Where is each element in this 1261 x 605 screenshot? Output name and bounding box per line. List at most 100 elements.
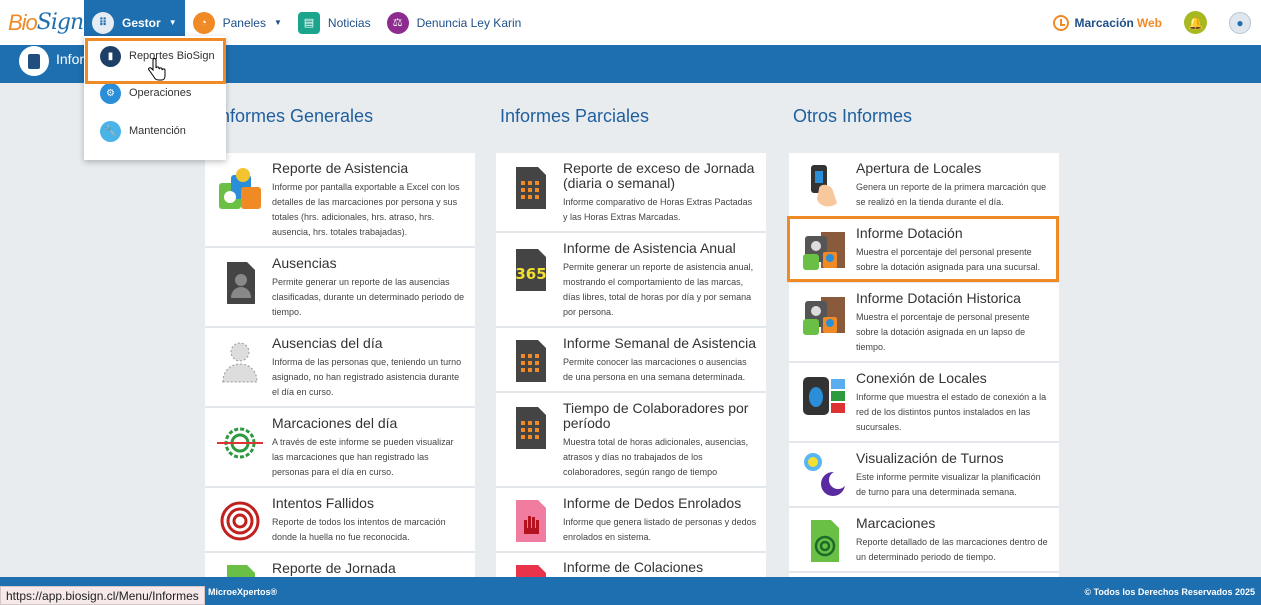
card-title: Marcaciones del día: [272, 415, 398, 431]
footer-company: MicroeXpertos®: [208, 587, 278, 597]
logo-script-text: Sign: [36, 10, 84, 35]
touch-device-icon: [811, 165, 837, 207]
card-title: Ausencias: [272, 255, 337, 271]
document-icon: ▮: [100, 45, 121, 67]
chevron-down-icon: ▼: [273, 18, 282, 27]
card-title: Tiempo de Colaboradores por período: [563, 400, 749, 431]
card-title: Reporte de Asistencia: [272, 160, 409, 176]
card-desc: Muestra el porcentaje del personal prese…: [856, 247, 1041, 272]
clock-icon: [1052, 14, 1069, 31]
card-title: Conexión de Locales: [856, 370, 987, 386]
absence-profile-icon: [227, 262, 255, 304]
hand-document-icon: [516, 500, 546, 542]
nav-denuncia-label: Denuncia Ley Karin: [416, 15, 522, 30]
column-title-otros: Otros Informes: [793, 106, 913, 126]
menu-item-label: Mantención: [129, 125, 186, 137]
nav-right: Marcación Web 🔔 ●: [1052, 0, 1251, 45]
calendar-365-icon: 365: [515, 249, 547, 291]
card-title: Informe Dotación Historica: [856, 290, 1021, 306]
biosign-logo[interactable]: Bio Sign: [0, 0, 84, 45]
card-marcaciones[interactable]: Marcaciones Reporte detallado de las mar…: [789, 508, 1059, 573]
marcacion-web-label: Web: [1136, 15, 1162, 30]
marcacion-label: Marcación: [1074, 15, 1134, 30]
card-title: Informe de Colaciones: [563, 559, 704, 575]
fingerprint-scan-icon: [217, 427, 263, 459]
card-title: Informe de Dedos Enrolados: [563, 495, 742, 511]
person-outline-icon: [222, 342, 258, 383]
staff-badge-icon: [803, 297, 845, 335]
panel-informes-parciales: Reporte de exceso de Jornada (diaria o s…: [496, 153, 766, 583]
panel-otros-informes: Apertura de Locales Genera un reporte de…: [789, 153, 1059, 583]
fingerprint-document-icon: [811, 520, 839, 562]
network-status-icon: [803, 377, 845, 415]
card-title: Informe Semanal de Asistencia: [563, 335, 756, 351]
card-desc: Informa de las personas que, teniendo un…: [272, 357, 462, 397]
browser-status-url: https://app.biosign.cl/Menu/Informes: [0, 586, 205, 605]
nav-gestor-label: Gestor: [122, 15, 161, 30]
panel-informes-generales: Reporte de Asistencia Informe por pantal…: [205, 153, 475, 583]
card-tiempo-colaboradores[interactable]: Tiempo de Colaboradores por período Mues…: [496, 393, 766, 488]
card-dotacion-historica[interactable]: Informe Dotación Historica Muestra el po…: [789, 283, 1059, 363]
user-avatar-icon[interactable]: ●: [1229, 11, 1251, 34]
gavel-icon: ⚖: [386, 11, 409, 34]
card-desc: Permite conocer las marcaciones o ausenc…: [563, 357, 747, 382]
attendance-report-icon: [219, 168, 261, 209]
calculator-document-icon: [516, 407, 546, 449]
card-desc: Informe que muestra el estado de conexió…: [856, 392, 1047, 432]
calculator-document-icon: [516, 340, 546, 382]
card-desc: Muestra el porcentaje de personal presen…: [856, 312, 1030, 352]
menu-item-label: Reportes BioSign: [129, 50, 215, 62]
footer-copyright: © Todos los Derechos Reservados 2025: [1084, 587, 1255, 597]
column-title-generales: Informes Generales: [215, 106, 374, 126]
card-desc: Informe comparativo de Horas Extras Pact…: [563, 197, 753, 222]
card-title: Visualización de Turnos: [856, 450, 1004, 466]
card-apertura-locales[interactable]: Apertura de Locales Genera un reporte de…: [789, 153, 1059, 218]
menu-item-label: Operaciones: [129, 87, 192, 99]
menu-item-mantencion[interactable]: 🔧 Mantención: [84, 113, 226, 149]
card-desc: Reporte de todos los intentos de marcaci…: [272, 517, 446, 542]
card-semanal-asistencia[interactable]: Informe Semanal de Asistencia Permite co…: [496, 328, 766, 393]
card-reporte-asistencia[interactable]: Reporte de Asistencia Informe por pantal…: [205, 153, 475, 248]
card-desc: Informe que genera listado de personas y…: [563, 517, 757, 542]
notifications-bell-icon[interactable]: 🔔: [1184, 11, 1207, 34]
sun-moon-icon: [804, 453, 847, 496]
apps-grid-icon: ⠿: [92, 11, 114, 34]
column-title-parciales: Informes Parciales: [500, 106, 650, 126]
card-ausencias-dia[interactable]: Ausencias del día Informa de las persona…: [205, 328, 475, 408]
card-ausencias[interactable]: Ausencias Permite generar un reporte de …: [205, 248, 475, 328]
card-dedos-enrolados[interactable]: Informe de Dedos Enrolados Informe que g…: [496, 488, 766, 553]
logo-text: Bio: [8, 9, 38, 35]
marcacion-web-link[interactable]: Marcación Web: [1052, 14, 1162, 31]
card-title: Ausencias del día: [272, 335, 383, 351]
card-visualizacion-turnos[interactable]: Visualización de Turnos Este informe per…: [789, 443, 1059, 508]
card-title: Marcaciones: [856, 515, 936, 531]
staff-badge-icon: [803, 232, 845, 270]
card-marcaciones-dia[interactable]: Marcaciones del día A través de este inf…: [205, 408, 475, 488]
card-desc: A través de este informe se pueden visua…: [272, 437, 454, 477]
pie-chart-icon: ◔: [192, 11, 215, 34]
card-title: Reporte de exceso de Jornada (diaria o s…: [563, 160, 755, 191]
card-asistencia-anual[interactable]: 365 Informe de Asistencia Anual Permite …: [496, 233, 766, 328]
nav-paneles-label: Paneles: [222, 15, 266, 30]
card-desc: Informe por pantalla exportable a Excel …: [272, 182, 460, 237]
svg-text:365: 365: [515, 265, 546, 283]
red-fingerprint-icon: [220, 501, 260, 541]
calculator-document-icon: [516, 167, 546, 209]
nav-noticias-label: Noticias: [327, 15, 371, 30]
card-exceso-jornada[interactable]: Reporte de exceso de Jornada (diaria o s…: [496, 153, 766, 233]
card-conexion-locales[interactable]: Conexión de Locales Informe que muestra …: [789, 363, 1059, 443]
card-informe-dotacion[interactable]: Informe Dotación Muestra el porcentaje d…: [789, 218, 1059, 283]
card-title: Informe Dotación: [856, 225, 963, 241]
gear-icon: ⚙: [100, 82, 121, 104]
card-title: Intentos Fallidos: [272, 495, 374, 511]
hand-pointer-icon: [148, 58, 166, 81]
card-desc: Permite generar un reporte de asistencia…: [563, 262, 754, 317]
card-desc: Muestra total de horas adicionales, ause…: [563, 437, 749, 477]
gestor-dropdown-menu: ▮ Reportes BioSign ⚙ Operaciones 🔧 Mante…: [84, 36, 226, 160]
card-title: Apertura de Locales: [856, 160, 982, 176]
card-desc: Reporte detallado de las marcaciones den…: [856, 537, 1048, 562]
wrench-icon: 🔧: [100, 120, 121, 142]
nav-denuncia[interactable]: ⚖ Denuncia Ley Karin: [379, 0, 530, 45]
card-intentos-fallidos[interactable]: Intentos Fallidos Reporte de todos los i…: [205, 488, 475, 553]
nav-noticias[interactable]: ▤ Noticias: [290, 0, 379, 45]
